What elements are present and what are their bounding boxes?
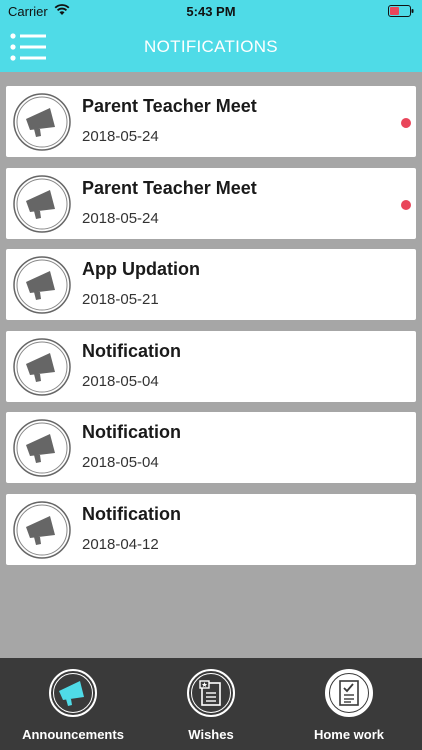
tab-label: Announcements <box>22 727 124 742</box>
notification-date: 2018-05-24 <box>82 128 159 145</box>
notification-title: Notification <box>82 504 181 524</box>
tab-label: Wishes <box>188 727 234 742</box>
megaphone-icon <box>13 338 71 396</box>
page-title: NOTIFICATIONS <box>144 37 278 56</box>
notification-item[interactable]: Notification 2018-04-12 <box>6 494 416 565</box>
notification-date: 2018-05-24 <box>82 210 159 227</box>
notification-item[interactable]: Parent Teacher Meet 2018-05-24 <box>6 86 416 157</box>
megaphone-icon <box>13 175 71 233</box>
tab-homework[interactable]: Home work <box>279 658 419 750</box>
tab-wishes[interactable]: Wishes <box>141 658 281 750</box>
card-icon <box>187 669 235 717</box>
megaphone-icon <box>13 93 71 151</box>
bottom-tab-bar: Announcements Wishes Home work <box>0 658 422 750</box>
notification-title: Notification <box>82 422 181 442</box>
notification-date: 2018-04-12 <box>82 536 159 553</box>
notification-item[interactable]: Notification 2018-05-04 <box>6 412 416 483</box>
header-bar: NOTIFICATIONS <box>0 22 422 72</box>
notification-date: 2018-05-04 <box>82 454 159 471</box>
notification-title: Parent Teacher Meet <box>82 178 257 198</box>
megaphone-icon <box>49 669 97 717</box>
notification-title: Parent Teacher Meet <box>82 96 257 116</box>
notification-title: App Updation <box>82 259 200 279</box>
notification-date: 2018-05-04 <box>82 373 159 390</box>
notification-title: Notification <box>82 341 181 361</box>
unread-dot <box>401 200 411 210</box>
status-bar: Carrier 5:43 PM <box>0 0 422 22</box>
notification-item[interactable]: Parent Teacher Meet 2018-05-24 <box>6 168 416 239</box>
notification-item[interactable]: App Updation 2018-05-21 <box>6 249 416 320</box>
battery-icon <box>388 5 414 17</box>
megaphone-icon <box>13 256 71 314</box>
megaphone-icon <box>13 501 71 559</box>
status-time: 5:43 PM <box>186 4 236 19</box>
megaphone-icon <box>13 419 71 477</box>
notification-item[interactable]: Notification 2018-05-04 <box>6 331 416 402</box>
tab-label: Home work <box>313 727 385 742</box>
notification-date: 2018-05-21 <box>82 291 159 308</box>
unread-dot <box>401 118 411 128</box>
document-icon <box>325 669 373 717</box>
tab-announcements[interactable]: Announcements <box>3 658 143 750</box>
